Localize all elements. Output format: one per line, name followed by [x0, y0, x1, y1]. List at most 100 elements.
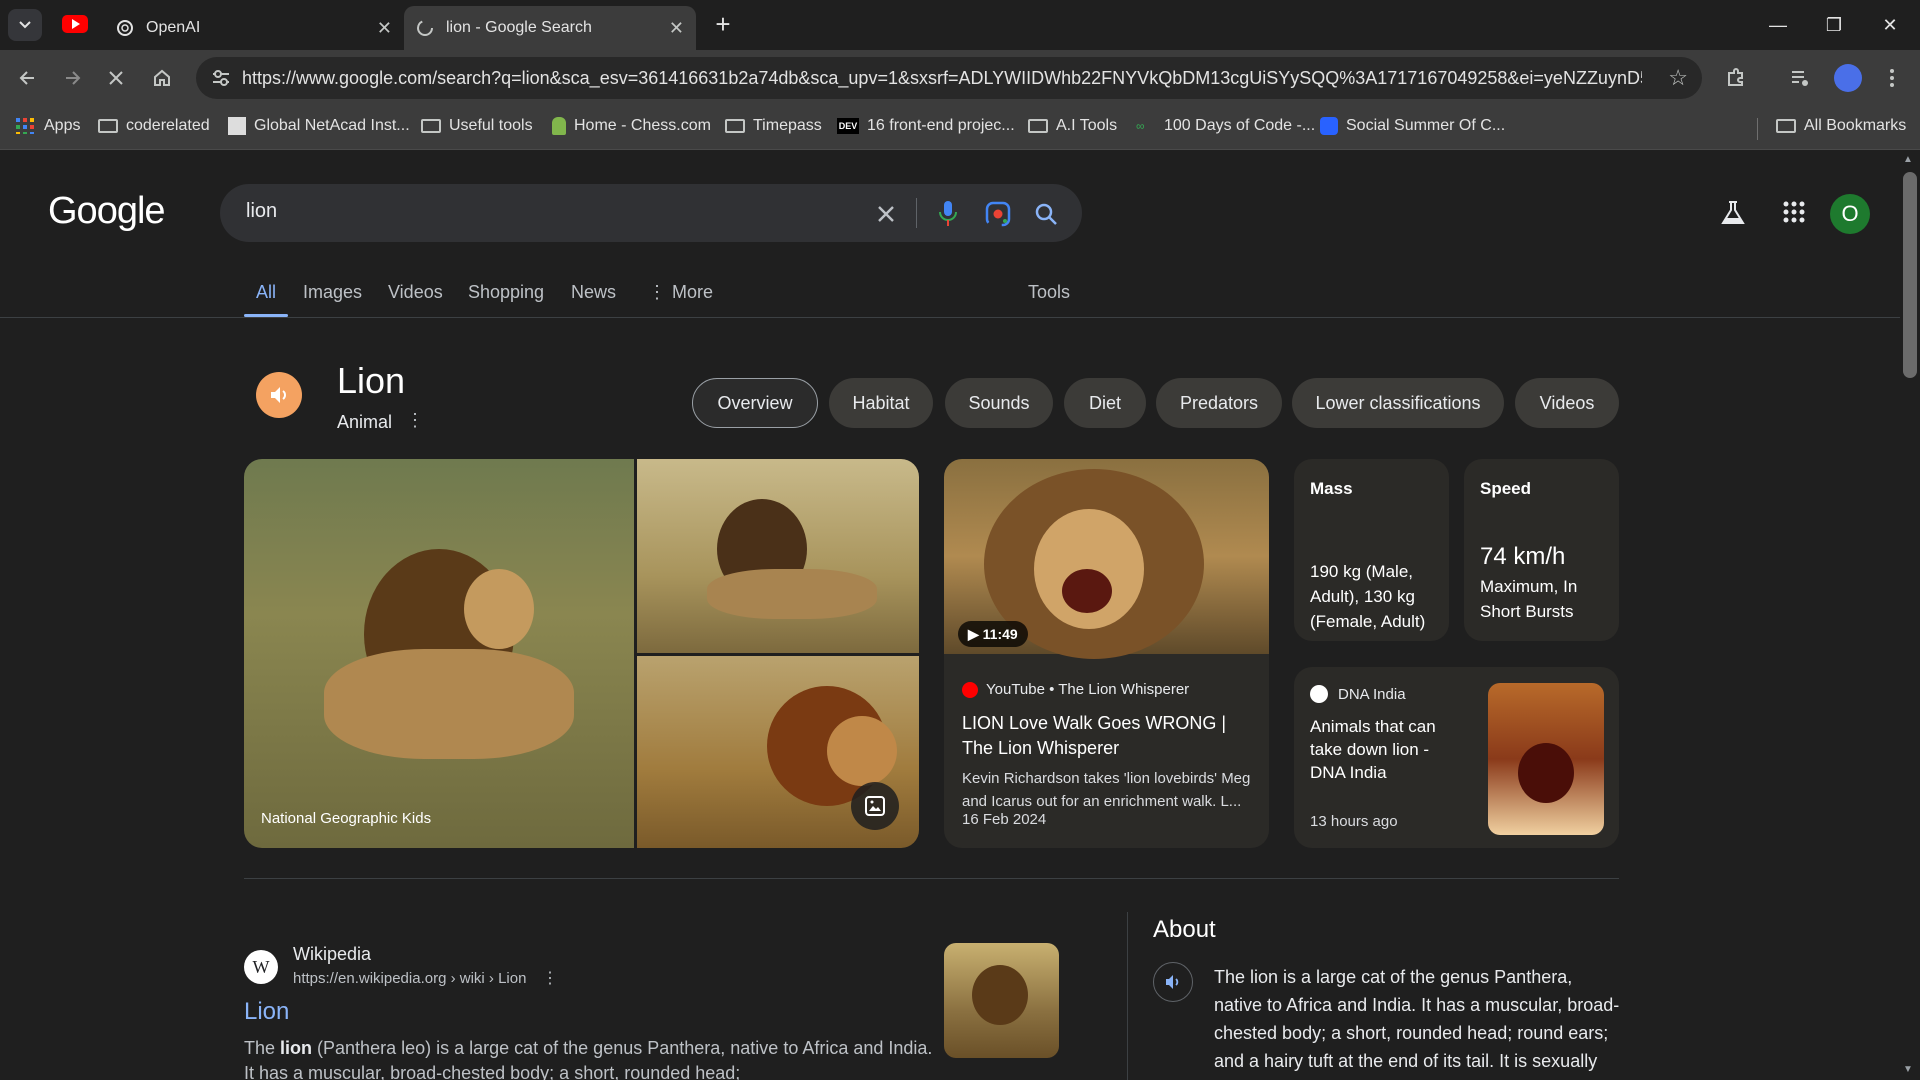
- scroll-up-arrow-icon[interactable]: ▲: [1903, 154, 1913, 165]
- wikipedia-favicon[interactable]: W: [244, 950, 278, 984]
- tools-button[interactable]: Tools: [1028, 282, 1070, 303]
- bookmark-chess[interactable]: Home - Chess.com: [552, 117, 711, 135]
- tab-images[interactable]: Images: [303, 282, 362, 303]
- site-info-icon[interactable]: [210, 67, 232, 89]
- fact-card-speed[interactable]: Speed 74 km/h Maximum, In Short Bursts: [1464, 459, 1619, 641]
- tab-shopping[interactable]: Shopping: [468, 282, 544, 303]
- result-url[interactable]: https://en.wikipedia.org › wiki › Lion: [293, 970, 526, 987]
- fact-label: Mass: [1310, 479, 1353, 498]
- chip-sounds[interactable]: Sounds: [945, 378, 1053, 428]
- chip-lower-classifications[interactable]: Lower classifications: [1292, 378, 1504, 428]
- chrome-menu-button[interactable]: [1874, 60, 1910, 96]
- tab-title: OpenAI: [146, 19, 201, 36]
- tab-google-search[interactable]: lion - Google Search ✕: [404, 6, 696, 50]
- bookmark-label: 100 Days of Code -...: [1164, 117, 1316, 134]
- video-source-text: YouTube • The Lion Whisperer: [986, 681, 1190, 698]
- chip-videos[interactable]: Videos: [1515, 378, 1619, 428]
- close-tab-icon[interactable]: ✕: [377, 18, 392, 39]
- account-avatar[interactable]: O: [1830, 194, 1870, 234]
- folder-icon: [98, 119, 118, 133]
- search-box[interactable]: lion: [220, 184, 1082, 242]
- video-card[interactable]: ▶ 11:49 YouTube • The Lion Whisperer LIO…: [944, 459, 1269, 848]
- bookmarks-bar: Apps coderelated Global NetAcad Inst... …: [0, 106, 1920, 150]
- tab-more[interactable]: ⋮ More: [648, 282, 713, 303]
- home-button[interactable]: [144, 60, 180, 96]
- back-button[interactable]: [10, 60, 46, 96]
- bookmark-100-days[interactable]: ∞ 100 Days of Code -...: [1136, 117, 1315, 135]
- chip-diet[interactable]: Diet: [1064, 378, 1146, 428]
- news-card[interactable]: DNA India Animals that can take down lio…: [1294, 667, 1619, 848]
- bookmark-ssoc[interactable]: Social Summer Of C...: [1320, 117, 1505, 135]
- result-title[interactable]: Lion: [244, 998, 289, 1026]
- page-scrollbar[interactable]: ▲ ▼: [1900, 150, 1920, 1080]
- chrome-profile-avatar[interactable]: [1834, 64, 1862, 92]
- minimize-button[interactable]: —: [1758, 8, 1798, 42]
- fact-card-mass[interactable]: Mass 190 kg (Male, Adult), 130 kg (Femal…: [1294, 459, 1449, 641]
- tab-videos[interactable]: Videos: [388, 282, 443, 303]
- extensions-button[interactable]: [1718, 60, 1754, 96]
- clear-search-icon[interactable]: [870, 198, 902, 230]
- fact-note: Maximum, In Short Bursts: [1480, 577, 1578, 621]
- google-apps-icon[interactable]: [1782, 200, 1806, 229]
- result-thumbnail[interactable]: [944, 943, 1059, 1058]
- bookmark-useful-tools[interactable]: Useful tools: [421, 117, 533, 135]
- play-icon: ▶: [968, 626, 983, 642]
- google-logo[interactable]: Google: [48, 190, 166, 233]
- new-tab-button[interactable]: +: [708, 10, 738, 40]
- tab-search-button[interactable]: [8, 9, 42, 41]
- stop-loading-button[interactable]: [98, 60, 134, 96]
- tab-openai[interactable]: OpenAI ✕: [104, 6, 404, 50]
- bookmark-star-icon[interactable]: ☆: [1668, 65, 1688, 91]
- chip-predators[interactable]: Predators: [1156, 378, 1282, 428]
- all-bookmarks-button[interactable]: All Bookmarks: [1776, 117, 1906, 135]
- apps-grid-icon: [16, 118, 34, 134]
- news-title[interactable]: Animals that can take down lion - DNA In…: [1310, 715, 1460, 784]
- video-duration-badge: ▶ 11:49: [958, 621, 1028, 647]
- youtube-tab-icon[interactable]: [62, 15, 88, 33]
- entity-type: Animal: [337, 412, 393, 432]
- bookmark-dev[interactable]: DEV 16 front-end projec...: [837, 117, 1015, 135]
- tab-all[interactable]: All: [256, 282, 276, 303]
- search-labs-icon[interactable]: [1720, 200, 1746, 231]
- bookmark-timepass[interactable]: Timepass: [725, 117, 822, 135]
- bookmark-label: A.I Tools: [1056, 117, 1118, 134]
- folder-icon: [725, 119, 745, 133]
- more-vert-icon: ⋮: [648, 282, 666, 302]
- scroll-down-arrow-icon[interactable]: ▼: [1903, 1064, 1913, 1075]
- restore-button[interactable]: ❐: [1814, 8, 1854, 42]
- news-thumbnail[interactable]: [1488, 683, 1604, 835]
- forward-button[interactable]: [54, 60, 90, 96]
- lion-body-shape: [707, 569, 877, 619]
- bookmark-apps[interactable]: Apps: [16, 117, 80, 135]
- chip-habitat[interactable]: Habitat: [829, 378, 933, 428]
- more-vert-icon[interactable]: ⋮: [406, 410, 424, 431]
- pronunciation-button[interactable]: [256, 372, 302, 418]
- bookmark-label: Apps: [44, 117, 81, 134]
- result-site-name[interactable]: Wikipedia: [293, 944, 371, 965]
- video-description: Kevin Richardson takes 'lion lovebirds' …: [962, 770, 1251, 810]
- chip-overview[interactable]: Overview: [692, 378, 818, 428]
- bookmark-ai-tools[interactable]: A.I Tools: [1028, 117, 1117, 135]
- bookmark-netacad[interactable]: Global NetAcad Inst...: [228, 117, 410, 135]
- more-vert-icon[interactable]: ⋮: [542, 968, 558, 988]
- lion-image-main[interactable]: [244, 459, 634, 848]
- google-lens-icon[interactable]: [982, 198, 1014, 230]
- video-title[interactable]: LION Love Walk Goes WRONG | The Lion Whi…: [962, 711, 1257, 761]
- microphone-icon[interactable]: [932, 198, 964, 230]
- speaker-icon: [1166, 975, 1179, 989]
- close-tab-icon[interactable]: ✕: [669, 18, 684, 39]
- search-icon[interactable]: [1030, 198, 1062, 230]
- address-bar[interactable]: https://www.google.com/search?q=lion&sca…: [196, 57, 1702, 99]
- view-images-button[interactable]: [851, 782, 899, 830]
- tab-title: lion - Google Search: [446, 19, 592, 36]
- lion-image-resting[interactable]: [637, 459, 919, 653]
- media-controls-button[interactable]: [1782, 60, 1818, 96]
- news-source-text: DNA India: [1338, 685, 1406, 703]
- close-window-button[interactable]: ✕: [1870, 8, 1910, 42]
- bookmark-coderelated[interactable]: coderelated: [98, 117, 210, 135]
- scrollbar-thumb[interactable]: [1903, 172, 1917, 378]
- tab-news[interactable]: News: [571, 282, 616, 303]
- read-aloud-button[interactable]: [1153, 962, 1193, 1002]
- folder-icon: [421, 119, 441, 133]
- search-input[interactable]: lion: [246, 200, 277, 223]
